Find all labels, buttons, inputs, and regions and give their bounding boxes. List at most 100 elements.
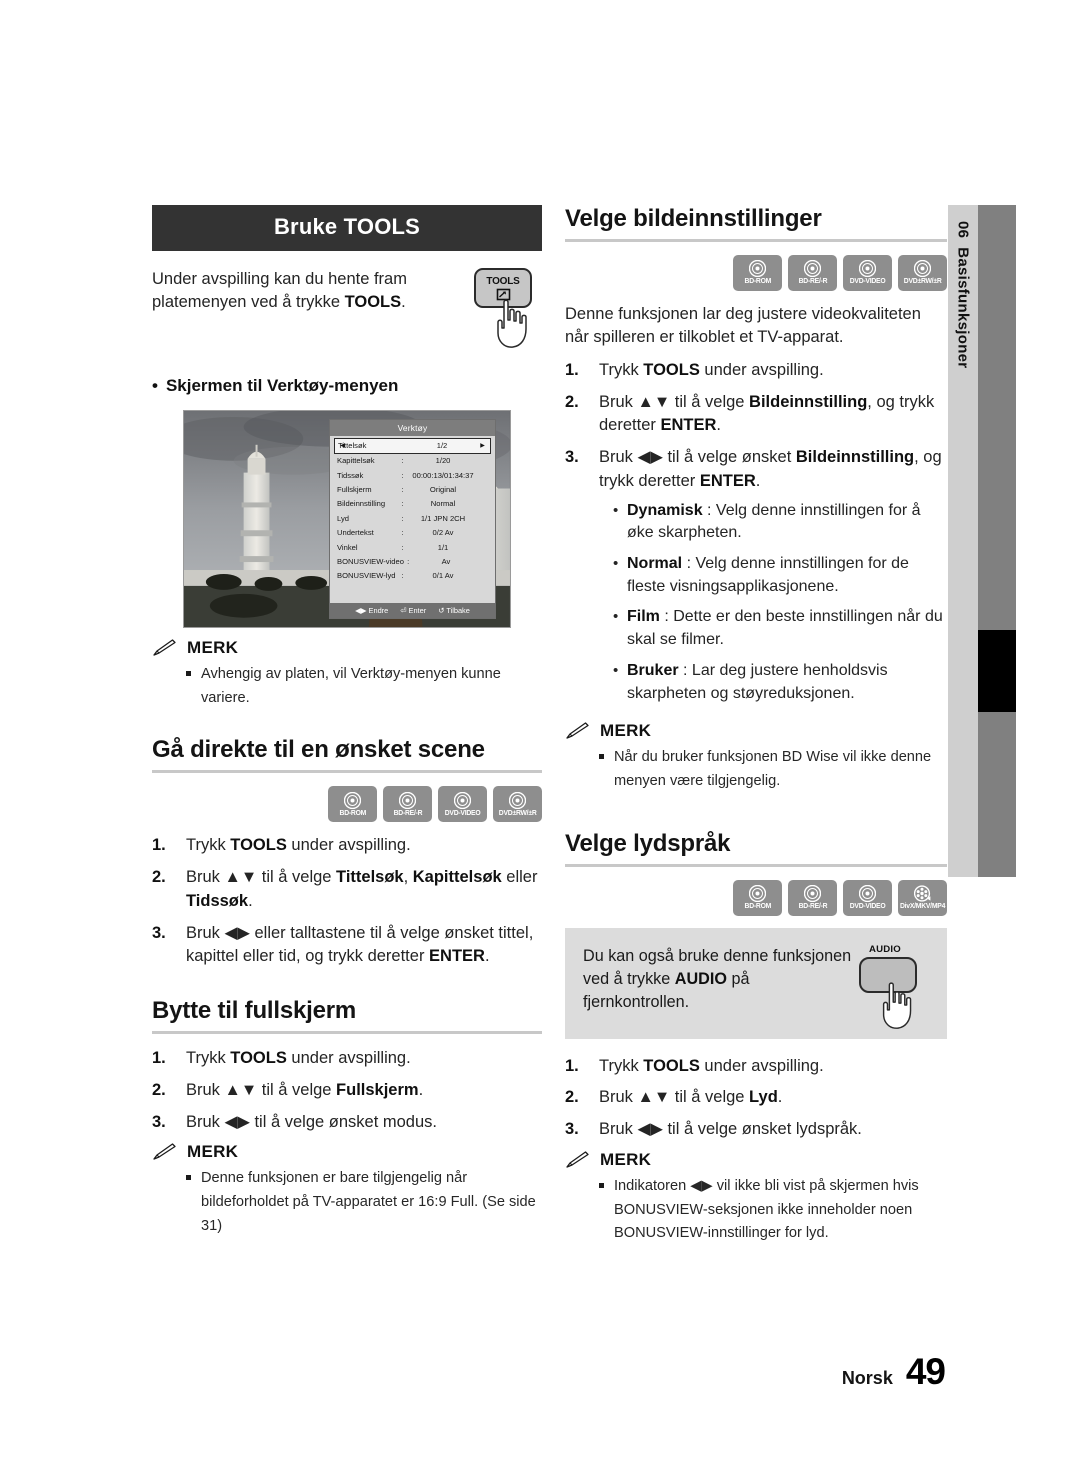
osd-row-key: BONUSVIEW-video <box>337 556 404 566</box>
step-text: Bruk ▲▼ til å velge Fullskjerm. <box>186 1079 542 1103</box>
step-item: 3. Bruk ◀▶ til å velge ønsket modus. <box>152 1111 542 1135</box>
bullet-dot-icon: • <box>613 661 619 679</box>
step-text-bold: Fullskjerm <box>336 1080 419 1099</box>
pencil-icon <box>153 639 176 656</box>
disc-icon <box>804 885 821 903</box>
disc-badge-label: BD-ROM <box>339 808 366 817</box>
step-text: Bruk ◀▶ til å velge ønsket Bildeinnstill… <box>599 446 947 713</box>
osd-row-sep: : <box>401 484 404 494</box>
section-rule <box>565 239 947 242</box>
osd-row-list: ◀ Tittelsøk 1/2 ▶ Kapittelsøk : 1/20 Tid… <box>330 436 495 603</box>
disc-badge: BD-ROM <box>328 786 377 823</box>
option-item: • Normal : Velg denne innstillingen for … <box>599 553 947 598</box>
step-number: 3. <box>152 923 166 942</box>
note-header: MERK <box>565 1150 947 1170</box>
osd-row[interactable]: Kapittelsøk : 1/20 <box>334 454 491 468</box>
step-item: 1. Trykk TOOLS under avspilling. <box>152 1047 542 1071</box>
step-text: Trykk TOOLS under avspilling. <box>599 1055 947 1079</box>
step-number: 3. <box>152 1112 166 1131</box>
step-item: 2. Bruk ▲▼ til å velge Fullskjerm. <box>152 1079 542 1103</box>
option-name: Normal <box>627 555 683 573</box>
step-text-pre: Trykk <box>186 836 231 855</box>
tools-intro-text: Under avspilling kan du hente fram plate… <box>152 268 474 315</box>
osd-row[interactable]: Fullskjerm : Original <box>334 482 491 496</box>
osd-footer-enter[interactable]: ⏎ Enter <box>400 606 426 615</box>
tools-intro-line2-post: . <box>401 293 406 312</box>
disc-icon <box>399 791 416 809</box>
step-text-pre: Bruk ▲▼ til å velge <box>599 392 750 411</box>
audio-key-illustration: AUDIO <box>859 944 931 1029</box>
note-square-bullet-icon <box>186 1167 201 1238</box>
step-number: 2. <box>565 1088 579 1107</box>
tools-key-illustration: TOOLS <box>474 268 542 354</box>
disc-icon <box>454 791 471 809</box>
disc-badge-group: BD-ROM BD-RE/-R DVD-VIDEO DVD±RW/±R <box>565 255 947 291</box>
step-text: Bruk ▲▼ til å velge Lyd. <box>599 1086 947 1110</box>
step-text-bold: Bildeinnstilling <box>795 448 915 467</box>
pointing-hand-icon <box>497 299 527 348</box>
osd-row-value: 1/2 <box>436 441 448 451</box>
disc-badge-label: DVD-VIDEO <box>444 808 481 817</box>
section-rule <box>152 1031 542 1035</box>
disc-badge-label: BD-RE/-R <box>798 902 827 911</box>
disc-badge: BD-RE/-R <box>383 786 432 823</box>
osd-row-value: Normal <box>430 499 456 509</box>
disc-icon <box>749 260 766 278</box>
scene-steps: 1. Trykk TOOLS under avspilling. 2. Bruk… <box>152 834 542 969</box>
option-name: Bruker <box>627 661 679 679</box>
right-column: Velge bildeinnstillinger BD-ROM BD-RE/-R <box>565 205 947 1246</box>
disc-icon <box>509 791 526 809</box>
osd-row-key: Tittelsøk <box>338 441 367 451</box>
step-number: 1. <box>152 1049 166 1068</box>
osd-row[interactable]: Undertekst : 0/2 Av <box>334 525 491 539</box>
note-item: Avhengig av platen, vil Verktøy-menyen k… <box>152 663 542 710</box>
film-reel-icon <box>914 885 931 902</box>
osd-row[interactable]: Lyd : 1/1 JPN 2CH <box>334 511 491 525</box>
osd-row[interactable]: Vinkel : 1/1 <box>334 540 491 554</box>
note-label: MERK <box>600 721 652 741</box>
step-number: 2. <box>152 868 166 887</box>
option-text: Bruker : Lar deg justere henholdsvis ska… <box>627 660 947 705</box>
tools-intro-bold: TOOLS <box>344 293 402 312</box>
bullet-dot-icon: • <box>613 501 619 519</box>
disc-badge: BD-ROM <box>733 879 782 916</box>
step-item: 2. Bruk ▲▼ til å velge Tittelsøk, Kapitt… <box>152 866 542 914</box>
disc-badge: BD-RE/-R <box>788 255 837 291</box>
step-number: 2. <box>152 1080 166 1099</box>
audio-info-line2-pre: ved å trykke <box>583 969 675 988</box>
step-text-post: . <box>484 947 490 966</box>
section-heading-fullscreen: Bytte til fullskjerm <box>152 997 357 1025</box>
step-item: 3. Bruk ◀▶ eller talltastene til å velge… <box>152 922 542 970</box>
osd-footer-enter-label: Enter <box>408 606 427 615</box>
osd-row-key: Vinkel <box>337 542 358 552</box>
osd-row[interactable]: ◀ Tittelsøk 1/2 ▶ <box>334 438 491 454</box>
osd-row-value: 1/1 JPN 2CH <box>420 513 466 523</box>
osd-row-sep: : <box>401 542 404 552</box>
osd-row-sep: : <box>401 571 404 581</box>
note-square-bullet-icon <box>599 1175 614 1246</box>
osd-row[interactable]: BONUSVIEW-video : Av <box>334 554 491 568</box>
disc-badge-label: BD-ROM <box>744 277 771 286</box>
osd-row[interactable]: Tidssøk : 00:00:13/01:34:37 <box>334 468 491 482</box>
picture-steps: 1. Trykk TOOLS under avspilling. 2. Bruk… <box>565 359 947 714</box>
osd-right-arrow-icon[interactable]: ▶ <box>478 442 487 449</box>
tools-intro-row: Under avspilling kan du hente fram plate… <box>152 268 542 354</box>
step-text: Trykk TOOLS under avspilling. <box>599 359 947 383</box>
disc-icon <box>344 791 361 809</box>
osd-footer-endre[interactable]: ◀▶ Endre <box>355 606 388 615</box>
chapter-tab-text: 06 Basisfunksjoner <box>955 205 972 368</box>
osd-row[interactable]: BONUSVIEW-lyd : 0/1 Av <box>334 569 491 583</box>
osd-row-key: Kapittelsøk <box>337 456 375 466</box>
note-header: MERK <box>152 1142 542 1162</box>
osd-row-sep: : <box>401 528 404 538</box>
edge-bar <box>978 205 1016 877</box>
step-text-post: under avspilling. <box>699 1056 824 1075</box>
osd-row-value: 0/2 Av <box>432 528 454 538</box>
disc-badge-label: DVD±RW/±R <box>903 277 942 286</box>
step-item: 3. Bruk ◀▶ til å velge ønsket lydspråk. <box>565 1118 947 1142</box>
osd-row[interactable]: Bildeinnstilling : Normal <box>334 497 491 511</box>
osd-row-sep: : <box>407 556 410 566</box>
step-number: 1. <box>565 360 579 379</box>
option-item: • Dynamisk : Velg denne innstillingen fo… <box>599 500 947 545</box>
osd-footer-tilbake[interactable]: ↺ Tilbake <box>438 606 470 615</box>
